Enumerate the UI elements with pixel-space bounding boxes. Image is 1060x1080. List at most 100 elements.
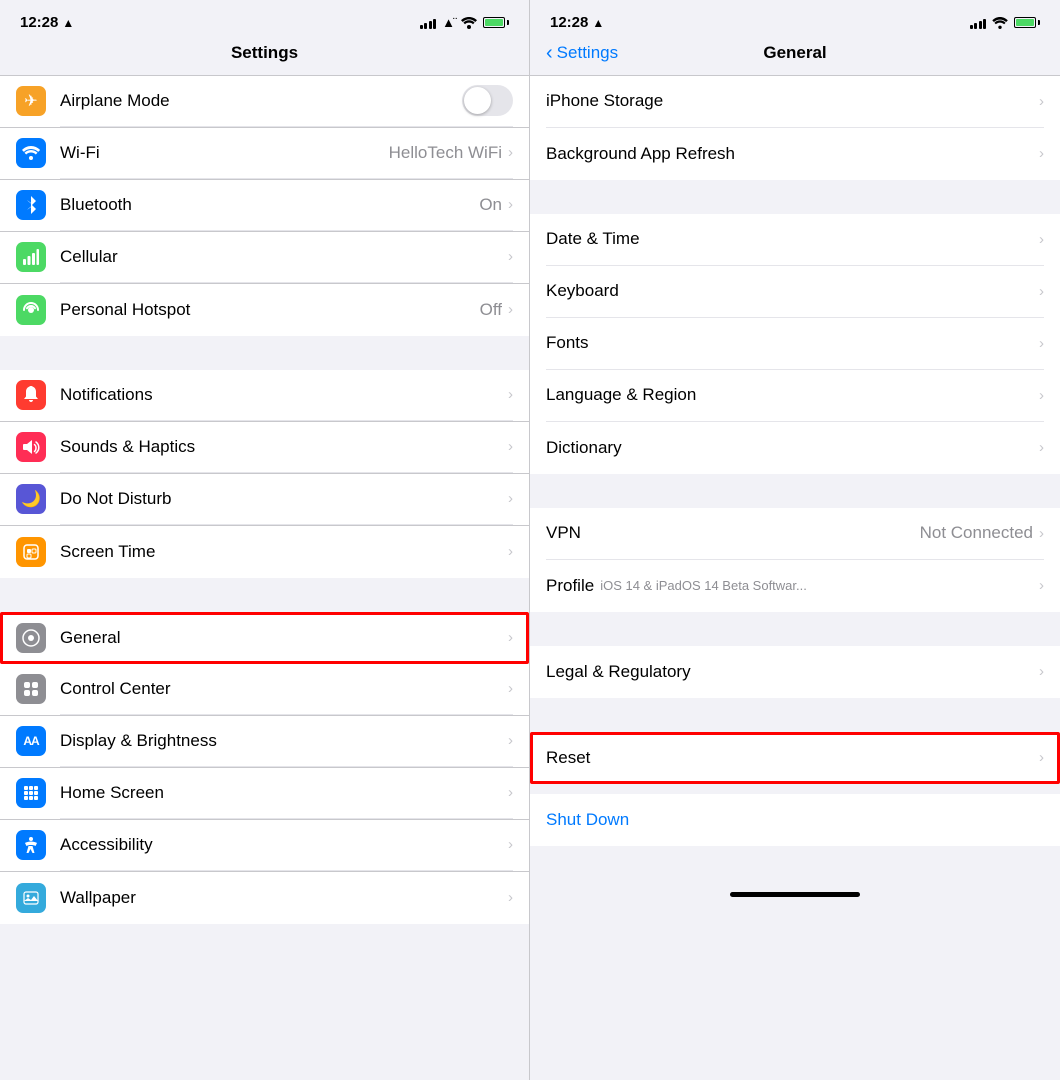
dictionary-chevron: › [1039, 439, 1044, 456]
right-group-datetime: Date & Time › Keyboard › Fonts › [530, 214, 1060, 474]
right-item-profile[interactable]: Profile iOS 14 & iPadOS 14 Beta Softwar.… [530, 560, 1060, 612]
keyboard-label: Keyboard [546, 281, 619, 301]
sidebar-item-bluetooth[interactable]: Bluetooth On › [0, 180, 529, 232]
right-group-vpn: VPN Not Connected › Profile iOS 14 & iPa… [530, 508, 1060, 612]
controlcenter-label: Control Center [60, 679, 171, 699]
sidebar-item-cellular[interactable]: Cellular › [0, 232, 529, 284]
wifi-value: HelloTech WiFi [389, 143, 502, 163]
cellular-label: Cellular [60, 247, 118, 267]
status-icons-right [970, 17, 1041, 29]
languageregion-label: Language & Region [546, 385, 696, 405]
wallpaper-icon [16, 883, 46, 913]
right-item-fonts[interactable]: Fonts › [530, 318, 1060, 370]
fonts-label: Fonts [546, 333, 589, 353]
profile-sublabel: iOS 14 & iPadOS 14 Beta Softwar... [600, 578, 807, 593]
hotspot-value: Off [480, 300, 502, 320]
shutdown-label: Shut Down [546, 810, 629, 830]
wifi-icon-right [992, 17, 1008, 29]
hotspot-label: Personal Hotspot [60, 300, 190, 320]
right-divider-4 [530, 698, 1060, 732]
sidebar-item-accessibility[interactable]: Accessibility › [0, 820, 529, 872]
back-button[interactable]: ‹ Settings [546, 43, 618, 63]
back-label: Settings [557, 43, 618, 63]
nav-header-left: Settings [0, 39, 529, 75]
datetime-list: Date & Time › Keyboard › Fonts › [530, 214, 1060, 474]
notifications-label: Notifications [60, 385, 153, 405]
group-general: General › [0, 612, 529, 924]
sidebar-item-general[interactable]: General › [0, 612, 529, 664]
right-item-datetime[interactable]: Date & Time › [530, 214, 1060, 266]
battery-icon-right [1014, 17, 1040, 28]
keyboard-chevron: › [1039, 283, 1044, 300]
sidebar-item-controlcenter[interactable]: Control Center › [0, 664, 529, 716]
right-item-dictionary[interactable]: Dictionary › [530, 422, 1060, 474]
home-indicator [730, 892, 860, 897]
general-chevron: › [508, 629, 513, 646]
controlcenter-chevron: › [508, 680, 513, 697]
sidebar-item-notifications[interactable]: Notifications › [0, 370, 529, 422]
right-divider-2 [530, 474, 1060, 508]
accessibility-chevron: › [508, 836, 513, 853]
vpn-list: VPN Not Connected › Profile iOS 14 & iPa… [530, 508, 1060, 612]
sidebar-item-airplane[interactable]: ✈ Airplane Mode [0, 76, 529, 128]
sidebar-item-donotdisturb[interactable]: 🌙 Do Not Disturb › [0, 474, 529, 526]
controlcenter-icon [16, 674, 46, 704]
sounds-icon [16, 432, 46, 462]
legal-list: Legal & Regulatory › [530, 646, 1060, 698]
alerts-list: Notifications › [0, 370, 529, 578]
bluetooth-chevron: › [508, 196, 513, 213]
sidebar-item-hotspot[interactable]: Personal Hotspot Off › [0, 284, 529, 336]
legal-label: Legal & Regulatory [546, 662, 691, 682]
sounds-label: Sounds & Haptics [60, 437, 195, 457]
cellular-icon [16, 242, 46, 272]
reset-chevron: › [1039, 749, 1044, 766]
shutdown-list: Shut Down [530, 794, 1060, 846]
right-item-reset[interactable]: Reset › [530, 732, 1060, 784]
page-title-right: General [763, 43, 826, 63]
general-list: General › [0, 612, 529, 924]
notifications-icon [16, 380, 46, 410]
sidebar-item-wallpaper[interactable]: Wallpaper › [0, 872, 529, 924]
bluetooth-label: Bluetooth [60, 195, 132, 215]
signal-bars-left [420, 17, 437, 29]
vpn-chevron: › [1039, 525, 1044, 542]
right-item-languageregion[interactable]: Language & Region › [530, 370, 1060, 422]
sidebar-item-displaybrightness[interactable]: AA Display & Brightness › [0, 716, 529, 768]
sidebar-item-screentime[interactable]: Screen Time › [0, 526, 529, 578]
left-panel: 12:28 ▲ ▲̈ Setti [0, 0, 530, 1080]
sidebar-item-homescreen[interactable]: Home Screen › [0, 768, 529, 820]
homescreen-label: Home Screen [60, 783, 164, 803]
donotdisturb-label: Do Not Disturb [60, 489, 171, 509]
wallpaper-chevron: › [508, 889, 513, 906]
dictionary-label: Dictionary [546, 438, 622, 458]
datetime-label: Date & Time [546, 229, 640, 249]
right-item-keyboard[interactable]: Keyboard › [530, 266, 1060, 318]
sounds-chevron: › [508, 438, 513, 455]
divider-1 [0, 336, 529, 370]
sidebar-item-sounds[interactable]: Sounds & Haptics › [0, 422, 529, 474]
accessibility-icon [16, 830, 46, 860]
nav-header-right: ‹ Settings General [530, 39, 1060, 75]
reset-row-wrapper: Reset › [530, 732, 1060, 784]
right-item-vpn[interactable]: VPN Not Connected › [530, 508, 1060, 560]
scroll-area-left[interactable]: ✈ Airplane Mode [0, 76, 529, 1080]
right-item-shutdown[interactable]: Shut Down [530, 794, 1060, 846]
right-group-legal: Legal & Regulatory › [530, 646, 1060, 698]
bluetooth-value: On [479, 195, 502, 215]
right-item-legal[interactable]: Legal & Regulatory › [530, 646, 1060, 698]
reset-list: Reset › [530, 732, 1060, 784]
wifi-status-icon-left: ▲̈ [442, 15, 455, 30]
scroll-area-right[interactable]: iPhone Storage › Background App Refresh … [530, 76, 1060, 1080]
sidebar-item-wifi[interactable]: Wi-Fi HelloTech WiFi › [0, 128, 529, 180]
reset-label: Reset [546, 748, 590, 768]
group-network: ✈ Airplane Mode [0, 76, 529, 336]
status-bar-right: 12:28 ▲ [530, 0, 1060, 39]
displaybrightness-label: Display & Brightness [60, 731, 217, 751]
right-item-iphonestorage[interactable]: iPhone Storage › [530, 76, 1060, 128]
airplane-toggle[interactable] [462, 85, 513, 116]
profile-chevron: › [1039, 577, 1044, 594]
vpn-label: VPN [546, 523, 581, 543]
screentime-label: Screen Time [60, 542, 155, 562]
right-item-backgroundapprefresh[interactable]: Background App Refresh › [530, 128, 1060, 180]
airplane-label: Airplane Mode [60, 91, 170, 111]
